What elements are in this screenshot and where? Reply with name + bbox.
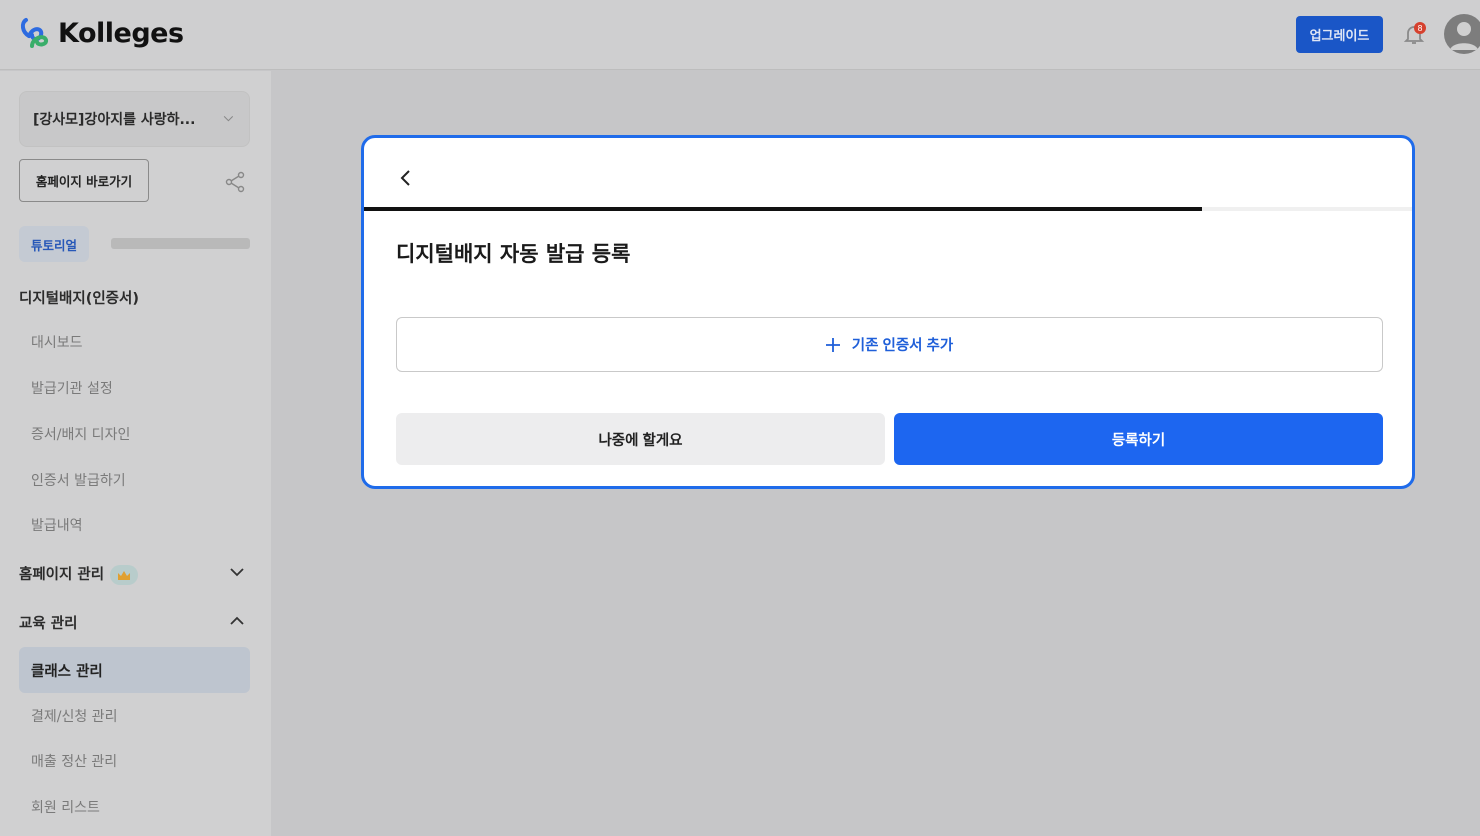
sidebar-item-design[interactable]: 증서/배지 디자인 [31, 424, 130, 444]
chevron-up-icon[interactable] [229, 615, 245, 627]
homepage-shortcut-button[interactable]: 홈페이지 바로가기 [19, 159, 149, 202]
sidebar-item-dashboard[interactable]: 대시보드 [31, 332, 83, 352]
tutorial-progress-bar [111, 238, 250, 249]
sidebar-item-sales[interactable]: 매출 정산 관리 [31, 751, 117, 771]
chevron-down-icon: ⌵ [223, 110, 233, 124]
plus-icon [825, 337, 840, 352]
section-education[interactable]: 교육 관리 [19, 612, 77, 633]
register-button[interactable]: 등록하기 [894, 413, 1383, 465]
modal-title: 디지털배지 자동 발급 등록 [396, 242, 631, 266]
sidebar-item-payments[interactable]: 결제/신청 관리 [31, 706, 117, 726]
badge-registration-modal: 디지털배지 자동 발급 등록 기존 인증서 추가 나중에 할게요 등록하기 [361, 135, 1415, 489]
later-button[interactable]: 나중에 할게요 [396, 413, 885, 465]
logo[interactable]: Kolleges [20, 16, 184, 50]
share-icon[interactable] [224, 171, 246, 193]
avatar[interactable] [1444, 14, 1480, 54]
upgrade-button[interactable]: 업그레이드 [1296, 16, 1383, 53]
user-icon [1450, 22, 1478, 50]
notification-badge: 8 [1414, 22, 1426, 34]
top-header: Kolleges 업그레이드 8 [0, 0, 1480, 70]
tutorial-chip[interactable]: 튜토리얼 [19, 226, 89, 262]
chevron-down-icon[interactable] [229, 566, 245, 578]
sidebar-item-issue[interactable]: 인증서 발급하기 [31, 470, 126, 490]
section-homepage[interactable]: 홈페이지 관리 [19, 563, 139, 585]
org-name: [강사모]강아지를 사랑하... [33, 112, 196, 128]
add-existing-certificate-button[interactable]: 기존 인증서 추가 [396, 317, 1383, 372]
sidebar-item-issuer-settings[interactable]: 발급기관 설정 [31, 378, 113, 398]
sidebar-item-history[interactable]: 발급내역 [31, 515, 83, 535]
section-digital-badge[interactable]: 디지털배지(인증서) [19, 287, 139, 308]
sidebar: [강사모]강아지를 사랑하... ⌵ 홈페이지 바로가기 튜토리얼 디지털배지(인… [0, 71, 271, 836]
step-progress-bar [364, 207, 1412, 211]
org-selector[interactable]: [강사모]강아지를 사랑하... ⌵ [19, 91, 250, 147]
sidebar-item-class-management[interactable]: 클래스 관리 [19, 647, 250, 693]
back-chevron-icon[interactable] [398, 168, 414, 188]
kolleges-logo-icon [20, 18, 49, 48]
crown-icon [110, 565, 139, 585]
sidebar-item-members[interactable]: 회원 리스트 [31, 797, 100, 817]
add-label: 기존 인증서 추가 [851, 338, 954, 354]
brand-name: Kolleges [58, 17, 184, 49]
section-homepage-label: 홈페이지 관리 [19, 567, 105, 583]
